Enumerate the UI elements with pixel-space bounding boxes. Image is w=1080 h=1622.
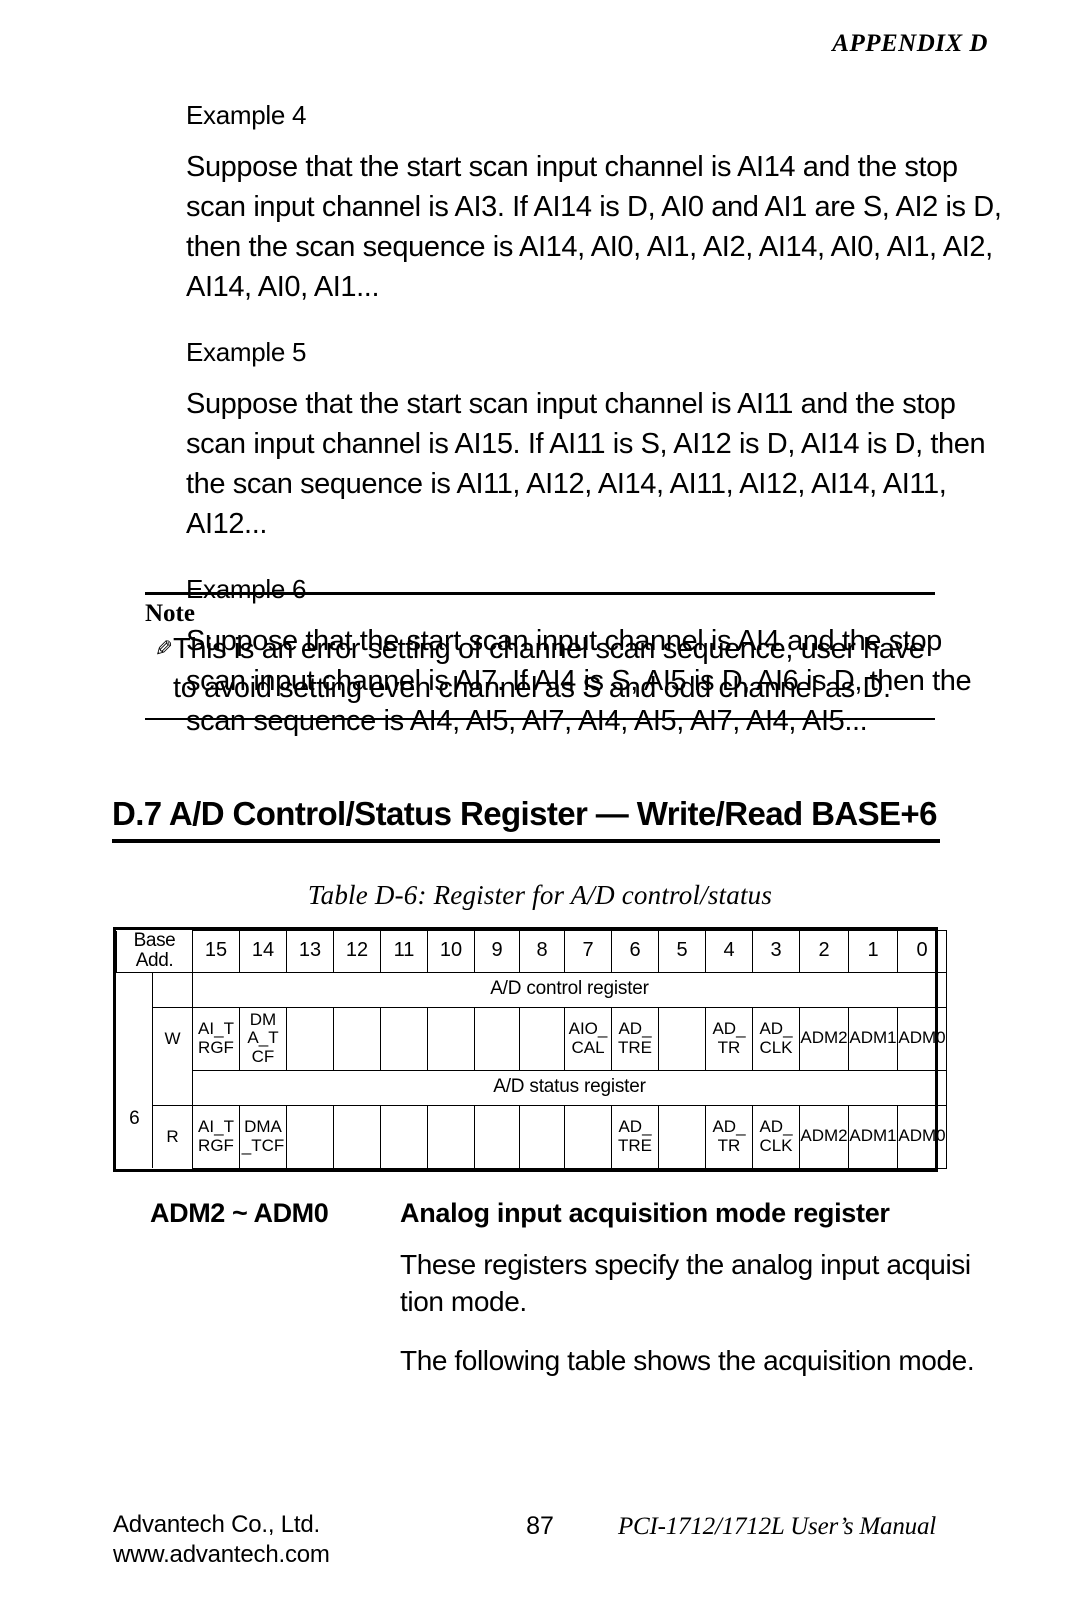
status-register-title: A/D status register [192, 1069, 947, 1106]
bit-header-0: 0 [897, 930, 947, 973]
w-bit-6: AD_ TRE [611, 1006, 659, 1071]
bit-header-13: 13 [286, 930, 334, 973]
document-page: APPENDIX D Example 4 Suppose that the st… [0, 0, 1080, 1622]
pencil-icon: ✎ [155, 636, 174, 661]
control-register-title-row: A/D control register [117, 971, 947, 1008]
bit-header-12: 12 [333, 930, 381, 973]
base-address-cell-spacer [117, 972, 153, 1070]
page-footer: Advantech Co., Ltd. www.advantech.com 87… [0, 1510, 1080, 1570]
r-bit-13 [286, 1104, 334, 1169]
r-bit-12 [333, 1104, 381, 1169]
mode-cell-r-spacer [152, 1070, 193, 1106]
control-register-bits-row: W AI_T RGF DM A_T CF AIO_ CAL AD_ TRE AD_ TR A… [117, 1006, 947, 1071]
r-bit-3: AD_ CLK [752, 1104, 800, 1169]
bit-header-6: 6 [611, 930, 659, 973]
adm-description-block: ADM2 ~ ADM0 Analog input acquisition mod… [150, 1198, 1010, 1380]
w-bit-8 [519, 1006, 565, 1071]
r-bit-10 [427, 1104, 475, 1169]
note-text: This is an error setting of channel scan… [173, 633, 925, 704]
bit-header-8: 8 [519, 930, 565, 973]
w-bit-7: AIO_ CAL [564, 1006, 612, 1071]
w-bit-4: AD_ TR [705, 1006, 753, 1071]
mode-cell-w: W [152, 1007, 193, 1071]
register-table: Base Add. 15 14 13 12 11 10 9 8 7 6 5 4 … [113, 927, 947, 1172]
adm-heading-row: ADM2 ~ ADM0 Analog input acquisition mod… [150, 1198, 1010, 1229]
bit-header-10: 10 [427, 930, 475, 973]
w-bit-3: AD_ CLK [752, 1006, 800, 1071]
r-bit-7 [564, 1104, 612, 1169]
r-bit-1: ADM1 [848, 1104, 898, 1169]
r-bit-4: AD_ TR [705, 1104, 753, 1169]
w-bit-12 [333, 1006, 381, 1071]
bit-header-7: 7 [564, 930, 612, 973]
w-bit-15: AI_T RGF [192, 1006, 240, 1071]
adm-definition: Analog input acquisition mode register [400, 1198, 890, 1228]
mode-cell-r: R [152, 1105, 193, 1169]
table-header-row: Base Add. 15 14 13 12 11 10 9 8 7 6 5 4 … [116, 930, 947, 973]
note-title: Note [145, 600, 195, 627]
base-add-header: Base Add. [116, 930, 193, 973]
footer-manual-title: PCI-1712/1712L User’s Manual [617, 1513, 936, 1540]
example-4-text: Suppose that the start scan input channe… [186, 151, 1002, 304]
footer-website[interactable]: www.advantech.com [113, 1540, 330, 1570]
w-bit-1: ADM1 [848, 1006, 898, 1071]
section-heading-rule [112, 839, 940, 843]
table-caption: Table D-6: Register for A/D control/stat… [307, 880, 773, 910]
bit-header-9: 9 [474, 930, 520, 973]
note-bottom-rule [145, 717, 935, 720]
r-bit-9 [474, 1104, 520, 1169]
bit-header-5: 5 [658, 930, 706, 973]
w-bit-5 [658, 1006, 706, 1071]
bit-header-14: 14 [239, 930, 287, 973]
bit-header-4: 4 [705, 930, 753, 973]
control-register-title: A/D control register [192, 971, 947, 1008]
w-bit-11 [380, 1006, 428, 1071]
example-5-heading: Example 5 [186, 337, 307, 368]
bit-header-15: 15 [192, 930, 240, 973]
w-bit-14: DM A_T CF [239, 1006, 287, 1071]
status-register-title-row: 6 A/D status register [117, 1069, 947, 1129]
adm-paragraph-2: The following table shows the acquisitio… [400, 1344, 975, 1376]
r-bit-5 [658, 1104, 706, 1169]
r-bit-14: DMA _TCF [239, 1104, 287, 1169]
r-bit-8 [519, 1104, 565, 1169]
section-heading: D.7 A/D Control/Status Register — Write/… [112, 795, 937, 832]
example-5-text: Suppose that the start scan input channe… [186, 388, 986, 541]
adm-label: ADM2 ~ ADM0 [150, 1198, 329, 1228]
w-bit-9 [474, 1006, 520, 1071]
bit-header-11: 11 [380, 930, 428, 973]
note-top-rule [145, 592, 935, 595]
r-bit-11 [380, 1104, 428, 1169]
r-bit-15: AI_T RGF [192, 1104, 240, 1169]
mode-cell-w-spacer [152, 972, 193, 1008]
running-head: APPENDIX D [832, 30, 988, 57]
w-bit-2: ADM2 [799, 1006, 849, 1071]
status-register-bits-row: R AI_T RGF DMA _TCF AD_ TRE AD_ TR AD_ CLK AD… [117, 1104, 947, 1169]
note-body: ✎ This is an error setting of channel sc… [145, 630, 935, 708]
note-box: Note ✎ This is an error setting of chann… [145, 592, 935, 720]
w-bit-0: ADM0 [897, 1006, 947, 1071]
bit-header-1: 1 [848, 930, 898, 973]
adm-paragraph-1: These registers specify the analog input… [400, 1249, 971, 1317]
r-bit-6: AD_ TRE [611, 1104, 659, 1169]
bit-header-2: 2 [799, 930, 849, 973]
example-4-heading: Example 4 [186, 100, 307, 130]
bit-header-3: 3 [752, 930, 800, 973]
w-bit-10 [427, 1006, 475, 1071]
w-bit-13 [286, 1006, 334, 1071]
r-bit-2: ADM2 [799, 1104, 849, 1169]
base-address-cell: 6 [129, 1107, 140, 1129]
r-bit-0: ADM0 [897, 1104, 947, 1169]
section-d7: D.7 A/D Control/Status Register — Write/… [112, 795, 940, 843]
